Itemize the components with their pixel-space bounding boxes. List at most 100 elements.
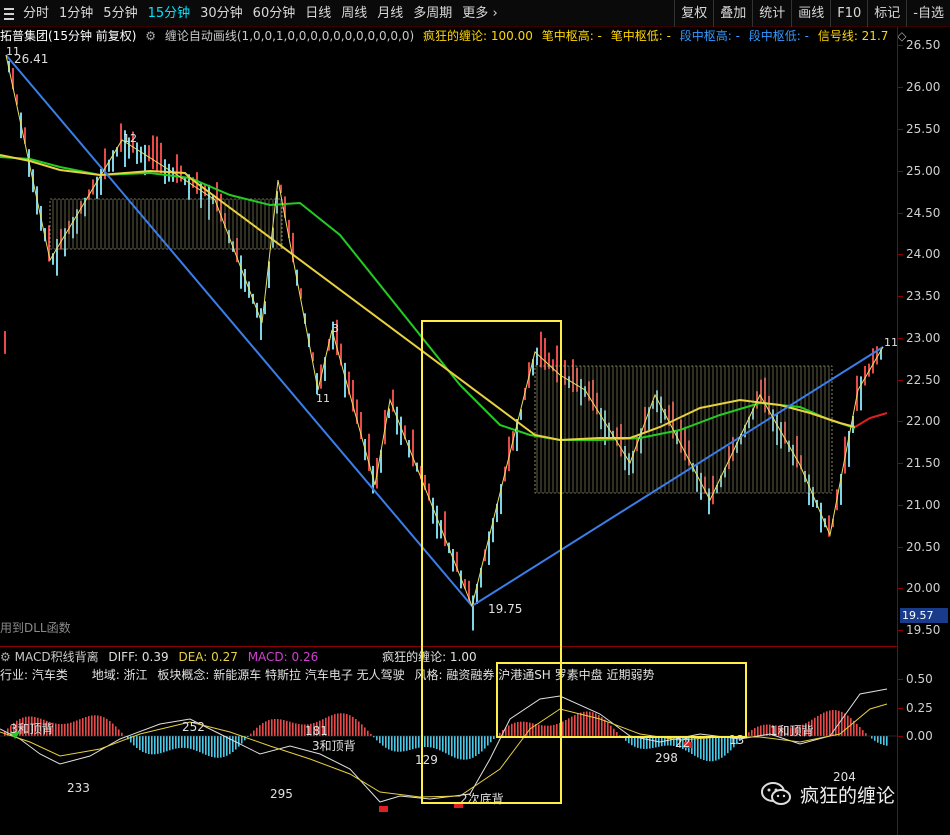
macd-bar bbox=[820, 714, 822, 736]
macd-bar bbox=[238, 736, 240, 747]
candle bbox=[156, 136, 158, 173]
macd-bar bbox=[865, 733, 867, 736]
tab-daily[interactable]: 日线 bbox=[300, 0, 336, 27]
point-label-12: 12 bbox=[123, 132, 137, 145]
tab-weekly[interactable]: 周线 bbox=[336, 0, 372, 27]
macd-bar bbox=[394, 736, 396, 752]
macd-bar bbox=[883, 736, 885, 746]
macd-bar bbox=[148, 736, 150, 754]
macd-bar bbox=[379, 736, 381, 744]
macd-bar bbox=[154, 736, 156, 755]
candle bbox=[136, 142, 138, 164]
region-label: 地域: 浙江 bbox=[91, 668, 148, 682]
tab-30min[interactable]: 30分钟 bbox=[195, 0, 248, 27]
candle bbox=[400, 416, 402, 445]
tick-20-50: 20.50 bbox=[897, 540, 941, 554]
point-label-3: 3 bbox=[332, 322, 339, 335]
macd-bar bbox=[712, 736, 714, 762]
tick-26-50: 26.50 bbox=[897, 38, 941, 52]
macd-bar bbox=[187, 736, 189, 749]
macd-bar bbox=[370, 734, 372, 736]
macd-bar bbox=[337, 713, 339, 736]
macd-bar bbox=[298, 724, 300, 736]
macd-bar bbox=[79, 719, 81, 736]
tab-fenshi[interactable]: 分时 bbox=[18, 0, 54, 27]
overlay-button[interactable]: 叠加 bbox=[713, 0, 752, 27]
macd-bar bbox=[283, 720, 285, 736]
macd-bar bbox=[877, 736, 879, 743]
watchlist-button[interactable]: -自选 bbox=[906, 0, 950, 27]
candle bbox=[240, 255, 242, 289]
concept-label: 板块概念: 新能源车 特斯拉 汽车电子 无人驾驶 bbox=[157, 668, 405, 682]
candle bbox=[860, 376, 862, 411]
macd-bar bbox=[385, 736, 387, 748]
statistics-button[interactable]: 统计 bbox=[752, 0, 791, 27]
macd-bar bbox=[814, 717, 816, 736]
duan-center-high: 段中枢高: - bbox=[679, 29, 740, 43]
macd-bar bbox=[121, 732, 123, 736]
candle bbox=[176, 154, 178, 183]
candle bbox=[148, 145, 150, 162]
macd-bar bbox=[175, 736, 177, 749]
macd-bar bbox=[757, 726, 759, 736]
macd-bar bbox=[355, 718, 357, 736]
tab-monthly[interactable]: 月线 bbox=[372, 0, 408, 27]
tab-1min[interactable]: 1分钟 bbox=[54, 0, 98, 27]
candle bbox=[100, 168, 102, 195]
duan-center-low: 段中枢低: - bbox=[748, 29, 809, 43]
mark-button[interactable]: 标记 bbox=[867, 0, 906, 27]
macd-bar bbox=[106, 718, 108, 736]
f10-button[interactable]: F10 bbox=[830, 0, 867, 27]
macd-bar bbox=[169, 736, 171, 751]
macd-bar bbox=[862, 730, 864, 736]
tab-multi-period[interactable]: 多周期 bbox=[408, 0, 457, 27]
macd-bar bbox=[340, 713, 342, 736]
macd-bar bbox=[826, 711, 828, 736]
macd-bar bbox=[241, 736, 243, 744]
macd-bar bbox=[157, 736, 159, 754]
macd-bar bbox=[250, 733, 252, 736]
macd-bar bbox=[223, 736, 225, 757]
macd-bar bbox=[217, 736, 219, 758]
macd-bar bbox=[97, 715, 99, 736]
macd-label-top-div-3: 1和顶背 bbox=[770, 724, 814, 738]
more-label: 更多 bbox=[462, 6, 489, 21]
macd-bar bbox=[133, 736, 135, 746]
macd-bar bbox=[748, 732, 750, 736]
tab-5min[interactable]: 5分钟 bbox=[98, 0, 142, 27]
restore-rights-button[interactable]: 复权 bbox=[674, 0, 713, 27]
macd-bar bbox=[403, 736, 405, 752]
macd-bar bbox=[823, 712, 825, 736]
macd-bar bbox=[196, 736, 198, 751]
tick-22-50: 22.50 bbox=[897, 373, 941, 387]
tab-60min[interactable]: 60分钟 bbox=[248, 0, 301, 27]
draw-line-button[interactable]: 画线 bbox=[791, 0, 830, 27]
macd-bar bbox=[181, 736, 183, 748]
tab-15min[interactable]: 15分钟 bbox=[143, 0, 196, 27]
period-toolbar: 分时 1分钟 5分钟 15分钟 30分钟 60分钟 日线 周线 月线 多周期 更… bbox=[0, 0, 950, 27]
macd-bar bbox=[70, 722, 72, 736]
macd-bar bbox=[208, 736, 210, 756]
macd-bar bbox=[364, 727, 366, 736]
macd-bar bbox=[886, 736, 888, 746]
industry-label: 行业: 汽车类 bbox=[0, 668, 68, 682]
macd-bar bbox=[706, 736, 708, 761]
macd-bar bbox=[61, 724, 63, 736]
tab-more[interactable]: 更多 › bbox=[457, 0, 502, 27]
macd-bar bbox=[754, 728, 756, 736]
tick-macd-0-50: 0.50 bbox=[898, 672, 933, 686]
menu-icon[interactable] bbox=[0, 0, 18, 27]
settings-icon[interactable]: ⚙ bbox=[0, 650, 11, 664]
macd-label-22: 22 bbox=[675, 736, 691, 750]
moving-average-red bbox=[854, 412, 888, 428]
macd-bar bbox=[697, 736, 699, 758]
dll-function-note: 用到DLL函数 bbox=[0, 620, 71, 635]
macd-bar bbox=[874, 736, 876, 741]
macd-bar bbox=[100, 716, 102, 736]
macd-bar bbox=[193, 736, 195, 750]
tick-25-50: 25.50 bbox=[897, 122, 941, 136]
settings-icon[interactable]: ⚙ bbox=[145, 29, 156, 43]
point-label-11-right: 11 bbox=[884, 336, 897, 349]
macd-diff: DIFF: 0.39 bbox=[108, 650, 169, 664]
macd-bar bbox=[382, 736, 384, 746]
